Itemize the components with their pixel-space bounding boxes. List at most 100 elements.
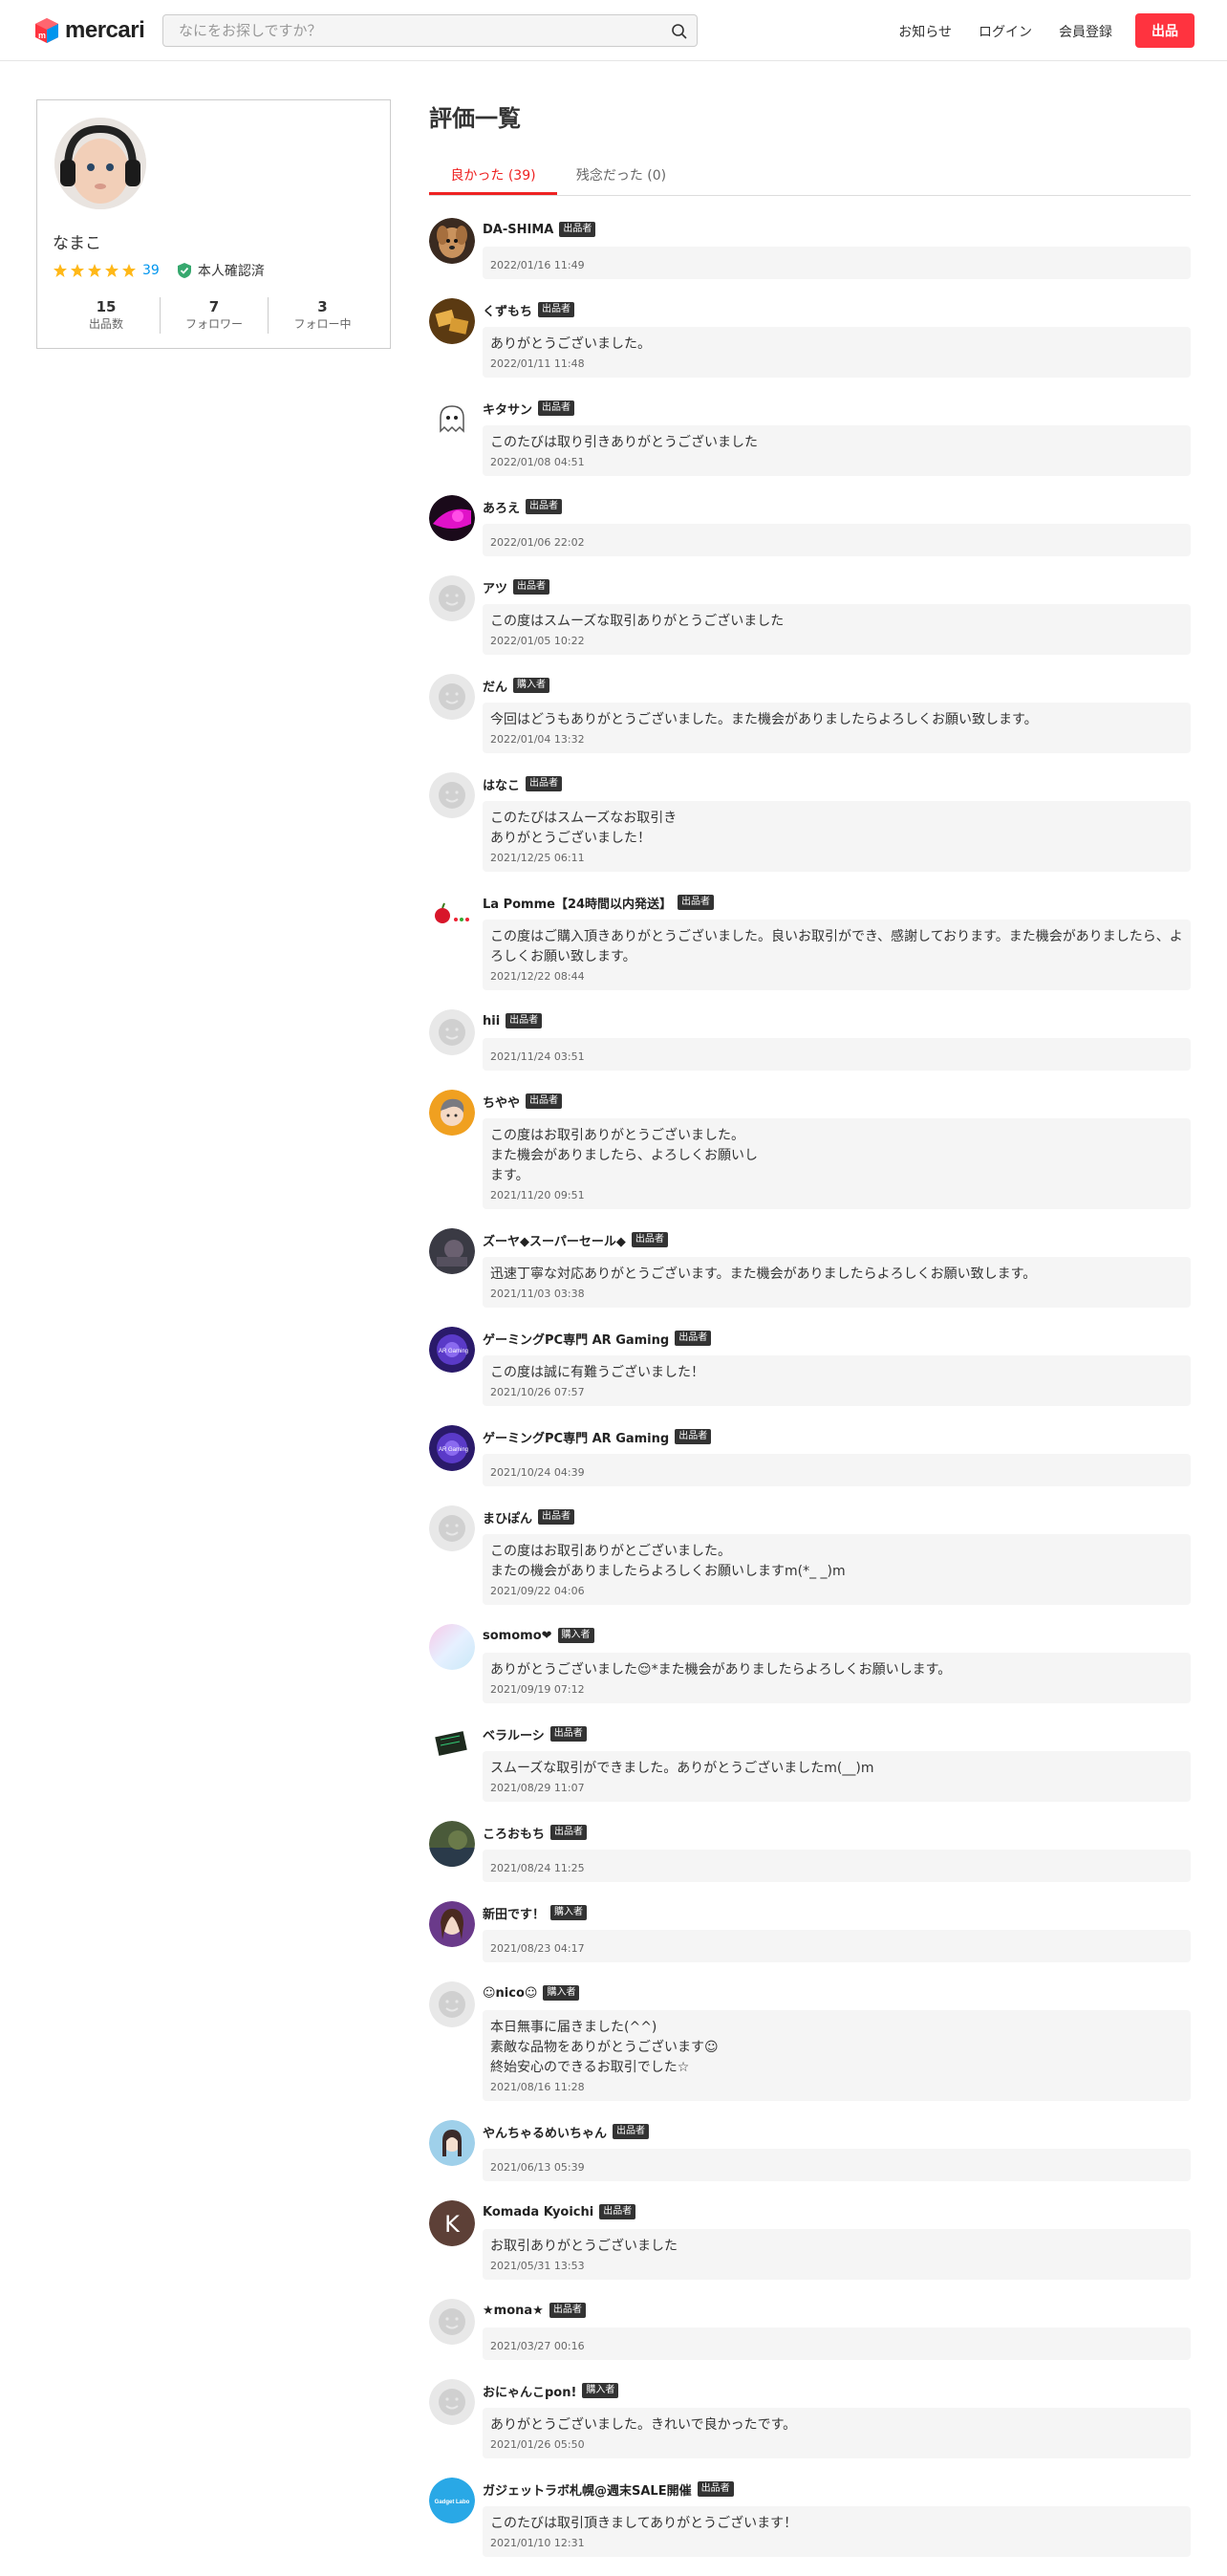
profile-avatar[interactable]	[54, 118, 146, 209]
reviewer-name[interactable]: あろえ	[483, 498, 520, 516]
reviewer-name[interactable]: アツ	[483, 578, 507, 596]
reviewer-name[interactable]: やんちゃるめいちゃん	[483, 2123, 607, 2141]
reviewer-avatar[interactable]	[429, 1009, 475, 1055]
search-box[interactable]	[162, 14, 698, 47]
reviewer-name[interactable]: だん	[483, 677, 507, 695]
reviewer-avatar[interactable]	[429, 2120, 475, 2166]
reviewer-name[interactable]: ころおもち	[483, 1824, 545, 1842]
user-avatar-icon: AR Gaming	[429, 1327, 475, 1373]
reviewer-avatar[interactable]	[429, 891, 475, 937]
reviewer-avatar[interactable]	[429, 1821, 475, 1867]
search-input[interactable]	[163, 15, 697, 46]
review-date: 2021/10/26 07:57	[490, 1386, 585, 1398]
reviewer-name[interactable]: Komada Kyoichi	[483, 2205, 593, 2219]
svg-text:Gadget Labo: Gadget Labo	[435, 2500, 470, 2505]
user-avatar-icon	[429, 1090, 475, 1136]
nav-login[interactable]: ログイン	[979, 19, 1032, 46]
reviewer-role-badge: 出品者	[675, 1331, 712, 1346]
review-body: somomo❤ 購入者 ありがとうございました😌*また機会がありましたらよろしくお願…	[483, 1624, 1191, 1703]
reviewer-role-badge: 出品者	[526, 499, 563, 514]
reviewer-avatar[interactable]	[429, 772, 475, 818]
review-item: あろえ 出品者 2022/01/06 22:02	[429, 495, 1191, 556]
reviewer-name[interactable]: くずもち	[483, 301, 532, 319]
review-header: キタサン 出品者	[483, 397, 1191, 420]
review-comment: ありがとうございました😌*また機会がありましたらよろしくお願いします。 2021/…	[483, 1653, 1191, 1703]
reviewer-avatar[interactable]	[429, 1901, 475, 1947]
reviewer-role-badge: 購入者	[550, 1905, 588, 1920]
review-text: 迅速丁寧な対応ありがとうございます。また機会がありましたらよろしくお願い致します…	[490, 1266, 1037, 1282]
review-header: はなこ 出品者	[483, 772, 1191, 795]
reviewer-avatar[interactable]	[429, 1981, 475, 2027]
review-comment: 2022/01/06 22:02	[483, 524, 1191, 556]
reviewer-name[interactable]: La Pomme【24時間以内発送】	[483, 894, 672, 912]
reviewer-name[interactable]: ベラルーシ	[483, 1725, 545, 1743]
reviewer-avatar[interactable]: AR Gaming	[429, 1425, 475, 1471]
review-item: La Pomme【24時間以内発送】 出品者 この度はご購入頂きありがとうございまし…	[429, 891, 1191, 990]
reviewer-name[interactable]: somomo❤	[483, 1629, 552, 1643]
review-header: ★mona★ 出品者	[483, 2299, 1191, 2322]
reviewer-avatar[interactable]	[429, 2299, 475, 2345]
reviewer-avatar[interactable]: AR Gaming	[429, 1327, 475, 1373]
stat-following[interactable]: 3 フォロー中	[269, 297, 377, 334]
user-avatar-icon	[429, 2299, 475, 2345]
reviewer-name[interactable]: DA-SHIMA	[483, 223, 553, 237]
reviewer-name[interactable]: ゲーミングPC専門 AR Gaming	[483, 1330, 669, 1348]
svg-text:m: m	[38, 31, 46, 40]
reviewer-role-badge: 出品者	[506, 1013, 543, 1028]
review-body: La Pomme【24時間以内発送】 出品者 この度はご購入頂きありがとうございまし…	[483, 891, 1191, 990]
stat-listings[interactable]: 15 出品数	[53, 297, 161, 334]
tab-bad[interactable]: 残念だった (0)	[557, 160, 685, 195]
reviewer-name[interactable]: ゲーミングPC専門 AR Gaming	[483, 1428, 669, 1446]
reviewer-name[interactable]: ズーヤ◆スーパーセール◆	[483, 1231, 626, 1249]
review-item: ちやや 出品者この度はお取引ありがとうございました。 また機会がありましたら、よろ…	[429, 1090, 1191, 1209]
stat-label: フォロワー	[184, 317, 243, 331]
rating-count[interactable]: 39	[142, 263, 160, 278]
review-comment: 2021/03/27 00:16	[483, 2327, 1191, 2360]
reviewer-avatar[interactable]	[429, 1228, 475, 1274]
profile-name: なまこ	[53, 234, 101, 253]
reviewer-name[interactable]: ちやや	[483, 1093, 520, 1111]
reviewer-name[interactable]: hii	[483, 1014, 500, 1028]
reviewer-avatar[interactable]	[429, 575, 475, 621]
rating-row[interactable]: 39 本人確認済	[53, 261, 265, 280]
reviewer-name[interactable]: ガジェットラボ札幌@週末SALE開催	[483, 2480, 692, 2499]
review-text: この度はお取引ありがとうございました。 また機会がありましたら、よろしくお願いし…	[490, 1128, 758, 1183]
review-body: hii 出品者 2021/11/24 03:51	[483, 1009, 1191, 1071]
search-icon[interactable]	[670, 22, 689, 41]
reviewer-avatar[interactable]	[429, 495, 475, 541]
reviewer-name[interactable]: おにゃんこpon!	[483, 2382, 576, 2400]
reviewer-name[interactable]: はなこ	[483, 775, 520, 793]
reviewer-avatar[interactable]	[429, 1505, 475, 1551]
header: m mercari お知らせ ログイン 会員登録 出品	[0, 0, 1227, 61]
review-text: この度はお取引ありがとございました。 またの機会がありましたらよろしくお願いしま…	[490, 1544, 846, 1579]
review-body: アツ 出品者 この度はスムーズな取引ありがとうございました 2022/01/05 10…	[483, 575, 1191, 655]
stat-followers[interactable]: 7 フォロワー	[161, 297, 269, 334]
reviewer-avatar[interactable]	[429, 397, 475, 443]
review-date: 2021/08/23 04:17	[490, 1942, 585, 1955]
tab-good[interactable]: 良かった (39)	[429, 160, 557, 195]
reviewer-avatar[interactable]	[429, 2379, 475, 2425]
reviewer-name[interactable]: ★mona★	[483, 2304, 544, 2318]
reviewer-avatar[interactable]: K	[429, 2200, 475, 2246]
reviewer-role-badge: 出品者	[526, 1093, 563, 1109]
reviewer-name[interactable]: 新田です！	[483, 1904, 545, 1922]
sell-button[interactable]: 出品	[1135, 13, 1195, 48]
reviewer-avatar[interactable]: Gadget Labo	[429, 2478, 475, 2523]
nav-signup[interactable]: 会員登録	[1059, 19, 1112, 46]
reviewer-name[interactable]: キタサン	[483, 400, 532, 418]
reviewer-avatar[interactable]	[429, 1090, 475, 1136]
reviewer-avatar[interactable]	[429, 1722, 475, 1768]
nav-notifications[interactable]: お知らせ	[898, 19, 952, 46]
reviewer-avatar[interactable]	[429, 674, 475, 720]
review-text: ありがとうございました😌*また機会がありましたらよろしくお願いします。	[490, 1662, 952, 1678]
reviewer-name[interactable]: まひぽん	[483, 1508, 532, 1526]
review-comment: 2022/01/16 11:49	[483, 247, 1191, 279]
reviewer-avatar[interactable]	[429, 1624, 475, 1670]
reviewer-avatar[interactable]	[429, 298, 475, 344]
reviewer-name[interactable]: ☺nico☺	[483, 1986, 537, 2001]
reviewer-avatar[interactable]	[429, 218, 475, 264]
review-header: ズーヤ◆スーパーセール◆ 出品者	[483, 1228, 1191, 1251]
reviewer-role-badge: 出品者	[559, 222, 596, 237]
mercari-logo[interactable]: m mercari	[34, 17, 145, 44]
review-item: アツ 出品者 この度はスムーズな取引ありがとうございました 2022/01/05 10…	[429, 575, 1191, 655]
